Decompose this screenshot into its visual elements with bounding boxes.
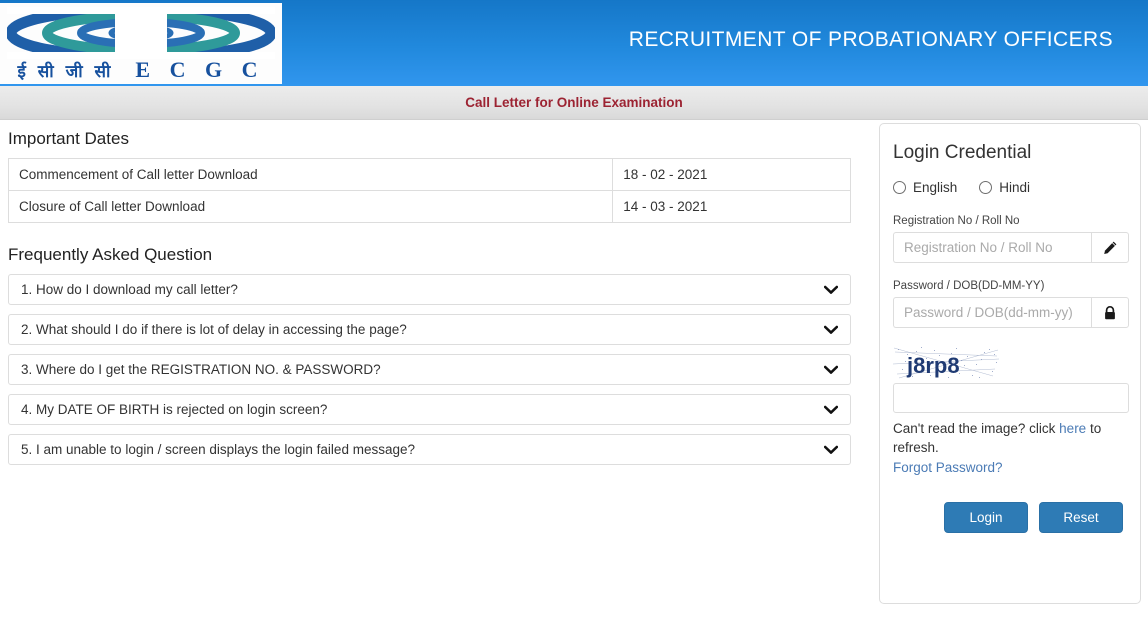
login-title: Login Credential — [893, 142, 1032, 163]
password-label: Password / DOB(DD-MM-YY) — [893, 280, 1045, 292]
faq-item-2[interactable]: 2. What should I do if there is lot of d… — [8, 314, 851, 345]
registration-label: Registration No / Roll No — [893, 215, 1020, 227]
radio-label-english: English — [913, 180, 958, 195]
faq-question: 5. I am unable to login / screen display… — [21, 442, 415, 457]
faq-item-4[interactable]: 4. My DATE OF BIRTH is rejected on login… — [8, 394, 851, 425]
faq-question: 4. My DATE OF BIRTH is rejected on login… — [21, 402, 328, 417]
important-dates-heading: Important Dates — [8, 129, 129, 148]
registration-input-group — [893, 232, 1129, 263]
lock-icon[interactable] — [1091, 297, 1129, 328]
faq-item-3[interactable]: 3. Where do I get the REGISTRATION NO. &… — [8, 354, 851, 385]
captcha-text: j8rp8 — [906, 353, 960, 378]
refresh-captcha-link[interactable]: here — [1059, 421, 1086, 436]
radio-circle-icon[interactable] — [893, 181, 906, 194]
forgot-password-link[interactable]: Forgot Password? — [893, 460, 1003, 475]
subtitle-bar: Call Letter for Online Examination — [0, 86, 1148, 120]
faq-list: 1. How do I download my call letter? 2. … — [8, 274, 851, 465]
chevron-down-icon[interactable] — [824, 325, 838, 335]
important-dates-table: Commencement of Call letter Download 18 … — [7, 158, 851, 223]
date-label: Commencement of Call letter Download — [7, 158, 614, 191]
chevron-down-icon[interactable] — [824, 365, 838, 375]
captcha-refresh-text: Can't read the image? click here to refr… — [893, 419, 1123, 457]
chevron-down-icon[interactable] — [824, 445, 838, 455]
refresh-prefix: Can't read the image? click — [893, 421, 1060, 436]
table-row: Closure of Call letter Download 14 - 03 … — [7, 190, 851, 223]
table-row: Commencement of Call letter Download 18 … — [7, 158, 851, 191]
login-panel: Login Credential English Hindi Registrat… — [879, 123, 1141, 604]
registration-input[interactable] — [893, 232, 1091, 263]
password-input-group — [893, 297, 1129, 328]
password-input[interactable] — [893, 297, 1091, 328]
faq-item-5[interactable]: 5. I am unable to login / screen display… — [8, 434, 851, 465]
date-value: 14 - 03 - 2021 — [612, 190, 851, 223]
chevron-down-icon[interactable] — [824, 405, 838, 415]
captcha-image: j8rp8 — [893, 345, 1001, 381]
ecgc-logo: ई सी जी सी E C G C — [0, 3, 282, 84]
language-radio-group: English Hindi — [893, 180, 1127, 195]
radio-option-english[interactable]: English — [893, 180, 957, 195]
faq-question: 3. Where do I get the REGISTRATION NO. &… — [21, 362, 381, 377]
main-content: Important Dates Commencement of Call let… — [0, 120, 1148, 624]
captcha-input[interactable] — [893, 383, 1129, 413]
login-button-row: Login Reset — [893, 502, 1127, 533]
pencil-icon[interactable] — [1091, 232, 1129, 263]
logo-hindi-text: ई सी जी सी — [17, 62, 114, 82]
reset-button[interactable]: Reset — [1039, 502, 1123, 533]
login-button[interactable]: Login — [944, 502, 1028, 533]
radio-circle-icon[interactable] — [979, 181, 993, 194]
page-title: RECRUITMENT OF PROBATIONARY OFFICERS — [628, 28, 1113, 51]
faq-question: 2. What should I do if there is lot of d… — [21, 322, 407, 337]
page-header: ई सी जी सी E C G C RECRUITMENT OF PROBAT… — [0, 0, 1148, 86]
logo-latin-text: E C G C — [135, 57, 265, 82]
date-value: 18 - 02 - 2021 — [612, 158, 851, 191]
left-column: Important Dates Commencement of Call let… — [7, 129, 851, 474]
radio-label-hindi: Hindi — [999, 180, 1031, 195]
date-label: Closure of Call letter Download — [7, 190, 614, 223]
radio-option-hindi[interactable]: Hindi — [979, 180, 1030, 195]
chevron-down-icon[interactable] — [824, 285, 838, 295]
logo-rings-icon — [7, 7, 275, 59]
subtitle-text: Call Letter for Online Examination — [465, 95, 683, 110]
faq-item-1[interactable]: 1. How do I download my call letter? — [8, 274, 851, 305]
faq-question: 1. How do I download my call letter? — [21, 282, 238, 297]
faq-heading: Frequently Asked Question — [8, 245, 213, 264]
